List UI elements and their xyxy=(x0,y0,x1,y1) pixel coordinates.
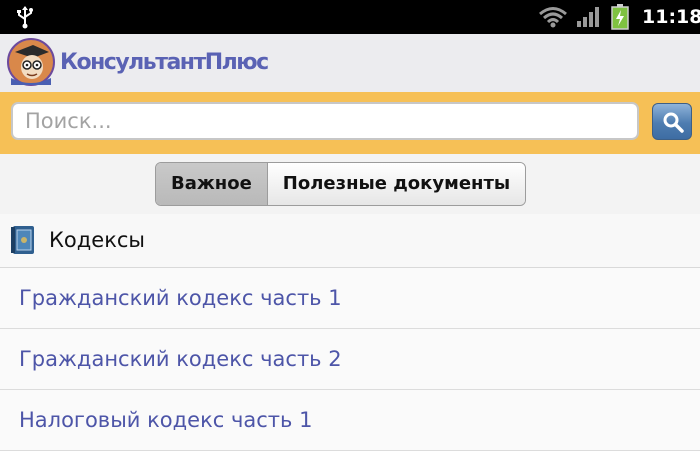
list-item-civil-code-part-1[interactable]: Гражданский кодекс часть 1 xyxy=(0,268,700,329)
app-header: КонсультантПлюс xyxy=(0,34,700,92)
status-clock: 11:18 xyxy=(642,6,700,28)
battery-charging-icon xyxy=(611,4,629,30)
section-title: Кодексы xyxy=(49,228,146,252)
signal-icon xyxy=(577,7,599,27)
list-item-tax-code-part-1[interactable]: Налоговый кодекс часть 1 xyxy=(0,390,700,451)
consultant-mascot-logo-icon xyxy=(7,38,55,86)
usb-icon xyxy=(17,6,33,29)
codes-list: Гражданский кодекс часть 1 Гражданский к… xyxy=(0,268,700,451)
app-logo-text: КонсультантПлюс xyxy=(60,50,269,75)
list-item-civil-code-part-2[interactable]: Гражданский кодекс часть 2 xyxy=(0,329,700,390)
search-button[interactable] xyxy=(652,103,692,140)
section-header-codes: Кодексы xyxy=(0,214,700,268)
tab-useful-documents[interactable]: Полезные документы xyxy=(267,163,526,205)
book-icon xyxy=(11,226,34,254)
search-input[interactable] xyxy=(11,102,639,140)
search-icon xyxy=(663,112,684,133)
wifi-icon xyxy=(539,7,567,28)
tabs-segmented-control: Важное Полезные документы xyxy=(155,162,527,206)
status-bar: 11:18 xyxy=(0,0,700,34)
tab-important[interactable]: Важное xyxy=(156,163,268,205)
